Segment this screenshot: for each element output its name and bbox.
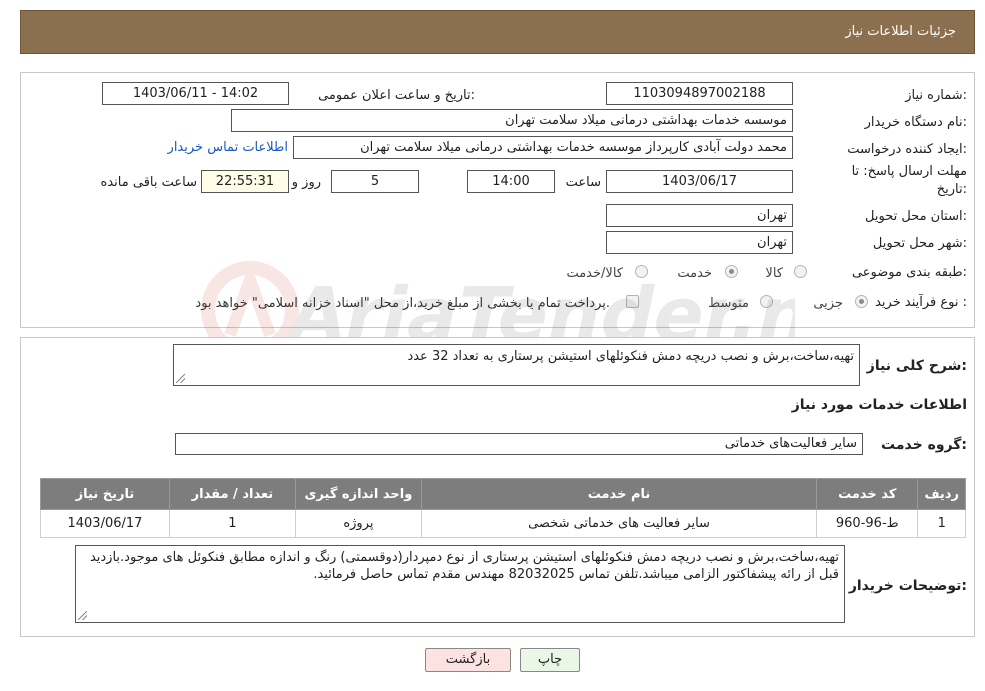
resize-grip-icon[interactable] xyxy=(176,374,185,383)
col-need-date: تاریخ نیاز xyxy=(40,478,170,510)
process-minor-label: جزیی xyxy=(813,296,843,311)
cell-unit: پروژه xyxy=(294,509,422,538)
deadline-date-field[interactable]: 1403/06/17 xyxy=(606,170,793,193)
cell-quantity: 1 xyxy=(168,509,296,538)
remaining-label: ساعت باقی مانده xyxy=(100,175,197,190)
buyer-contact-link[interactable]: اطلاعات تماس خریدار xyxy=(168,140,288,155)
services-section-title: اطلاعات خدمات مورد نیاز xyxy=(791,397,967,413)
category-service-radio[interactable] xyxy=(725,265,738,278)
service-group-label: گروه خدمت: xyxy=(881,437,967,453)
need-number-label: شماره نیاز: xyxy=(905,88,967,103)
table-header-row: تاریخ نیاز تعداد / مقدار واحد اندازه گیر… xyxy=(40,478,966,510)
city-field[interactable]: تهران xyxy=(606,231,793,254)
city-label: شهر محل تحویل: xyxy=(872,236,967,251)
col-unit: واحد اندازه گیری xyxy=(294,478,422,510)
category-goods-label: کالا xyxy=(765,266,783,281)
category-goods-radio[interactable] xyxy=(794,265,807,278)
cell-service-code: ط-96-960 xyxy=(816,509,919,538)
process-minor-radio[interactable] xyxy=(855,295,868,308)
print-button[interactable]: چاپ xyxy=(520,648,580,672)
buyer-org-label: نام دستگاه خریدار: xyxy=(864,115,967,130)
resize-grip-icon[interactable] xyxy=(78,611,87,620)
need-number-field[interactable]: 1103094897002188 xyxy=(606,82,793,105)
buyer-org-field[interactable]: موسسه خدمات بهداشتی درمانی میلاد سلامت ت… xyxy=(231,109,793,132)
announce-field[interactable]: 1403/06/11 - 14:02 xyxy=(102,82,289,105)
page-header: جزئیات اطلاعات نیاز xyxy=(20,10,975,54)
cell-need-date: 1403/06/17 xyxy=(40,509,170,538)
deadline-time-field[interactable]: 14:00 xyxy=(467,170,555,193)
buyer-notes-label: توضیحات خریدار: xyxy=(848,578,967,594)
service-group-field[interactable]: سایر فعالیت‌های خدماتی xyxy=(175,433,863,455)
deadline-time-label: ساعت xyxy=(565,175,601,190)
days-label: روز و xyxy=(291,175,321,190)
category-both-radio[interactable] xyxy=(635,265,648,278)
services-table: تاریخ نیاز تعداد / مقدار واحد اندازه گیر… xyxy=(40,478,966,538)
buyer-notes-text: تهیه،ساخت،برش و نصب دریچه دمش فنکوئلهای … xyxy=(89,550,839,582)
cell-row: 1 xyxy=(917,509,966,538)
treasury-payment-checkbox[interactable] xyxy=(626,295,639,308)
category-both-label: کالا/خدمت xyxy=(566,266,623,281)
col-quantity: تعداد / مقدار xyxy=(168,478,296,510)
col-service-code: کد خدمت xyxy=(816,478,919,510)
process-medium-radio[interactable] xyxy=(760,295,773,308)
col-row: ردیف xyxy=(917,478,966,510)
cell-service-name: سایر فعالیت های خدماتی شخصی xyxy=(420,509,818,538)
summary-label: شرح کلی نیاز: xyxy=(866,358,967,374)
province-field[interactable]: تهران xyxy=(606,204,793,227)
province-label: استان محل تحویل: xyxy=(865,209,967,224)
requester-label: ایجاد کننده درخواست: xyxy=(847,142,967,157)
deadline-label: مهلت ارسال پاسخ: تا xyxy=(851,164,967,179)
category-service-label: خدمت xyxy=(677,266,712,281)
summary-textarea[interactable]: تهیه،ساخت،برش و نصب دریچه دمش فنکوئلهای … xyxy=(173,344,860,386)
payment-note: پرداخت تمام یا بخشی از مبلغ خرید،از محل … xyxy=(195,296,610,311)
table-row[interactable]: 1403/06/17 1 پروژه سایر فعالیت های خدمات… xyxy=(40,509,966,538)
back-button[interactable]: بازگشت xyxy=(425,648,511,672)
col-service-name: نام خدمت xyxy=(420,478,818,510)
days-field[interactable]: 5 xyxy=(331,170,419,193)
deadline-label-2: تاریخ: xyxy=(936,182,967,197)
remaining-time-field[interactable]: 22:55:31 xyxy=(201,170,289,193)
buyer-notes-textarea[interactable]: تهیه،ساخت،برش و نصب دریچه دمش فنکوئلهای … xyxy=(75,545,845,623)
announce-label: تاریخ و ساعت اعلان عمومی: xyxy=(318,88,475,103)
page-title: جزئیات اطلاعات نیاز xyxy=(845,24,956,39)
process-label: نوع فرآیند خرید : xyxy=(875,295,967,310)
category-label: طبقه بندی موضوعی: xyxy=(851,265,967,280)
process-medium-label: متوسط xyxy=(708,296,749,311)
summary-text: تهیه،ساخت،برش و نصب دریچه دمش فنکوئلهای … xyxy=(407,349,854,364)
requester-field[interactable]: محمد دولت آبادی کارپرداز موسسه خدمات بهد… xyxy=(293,136,793,159)
